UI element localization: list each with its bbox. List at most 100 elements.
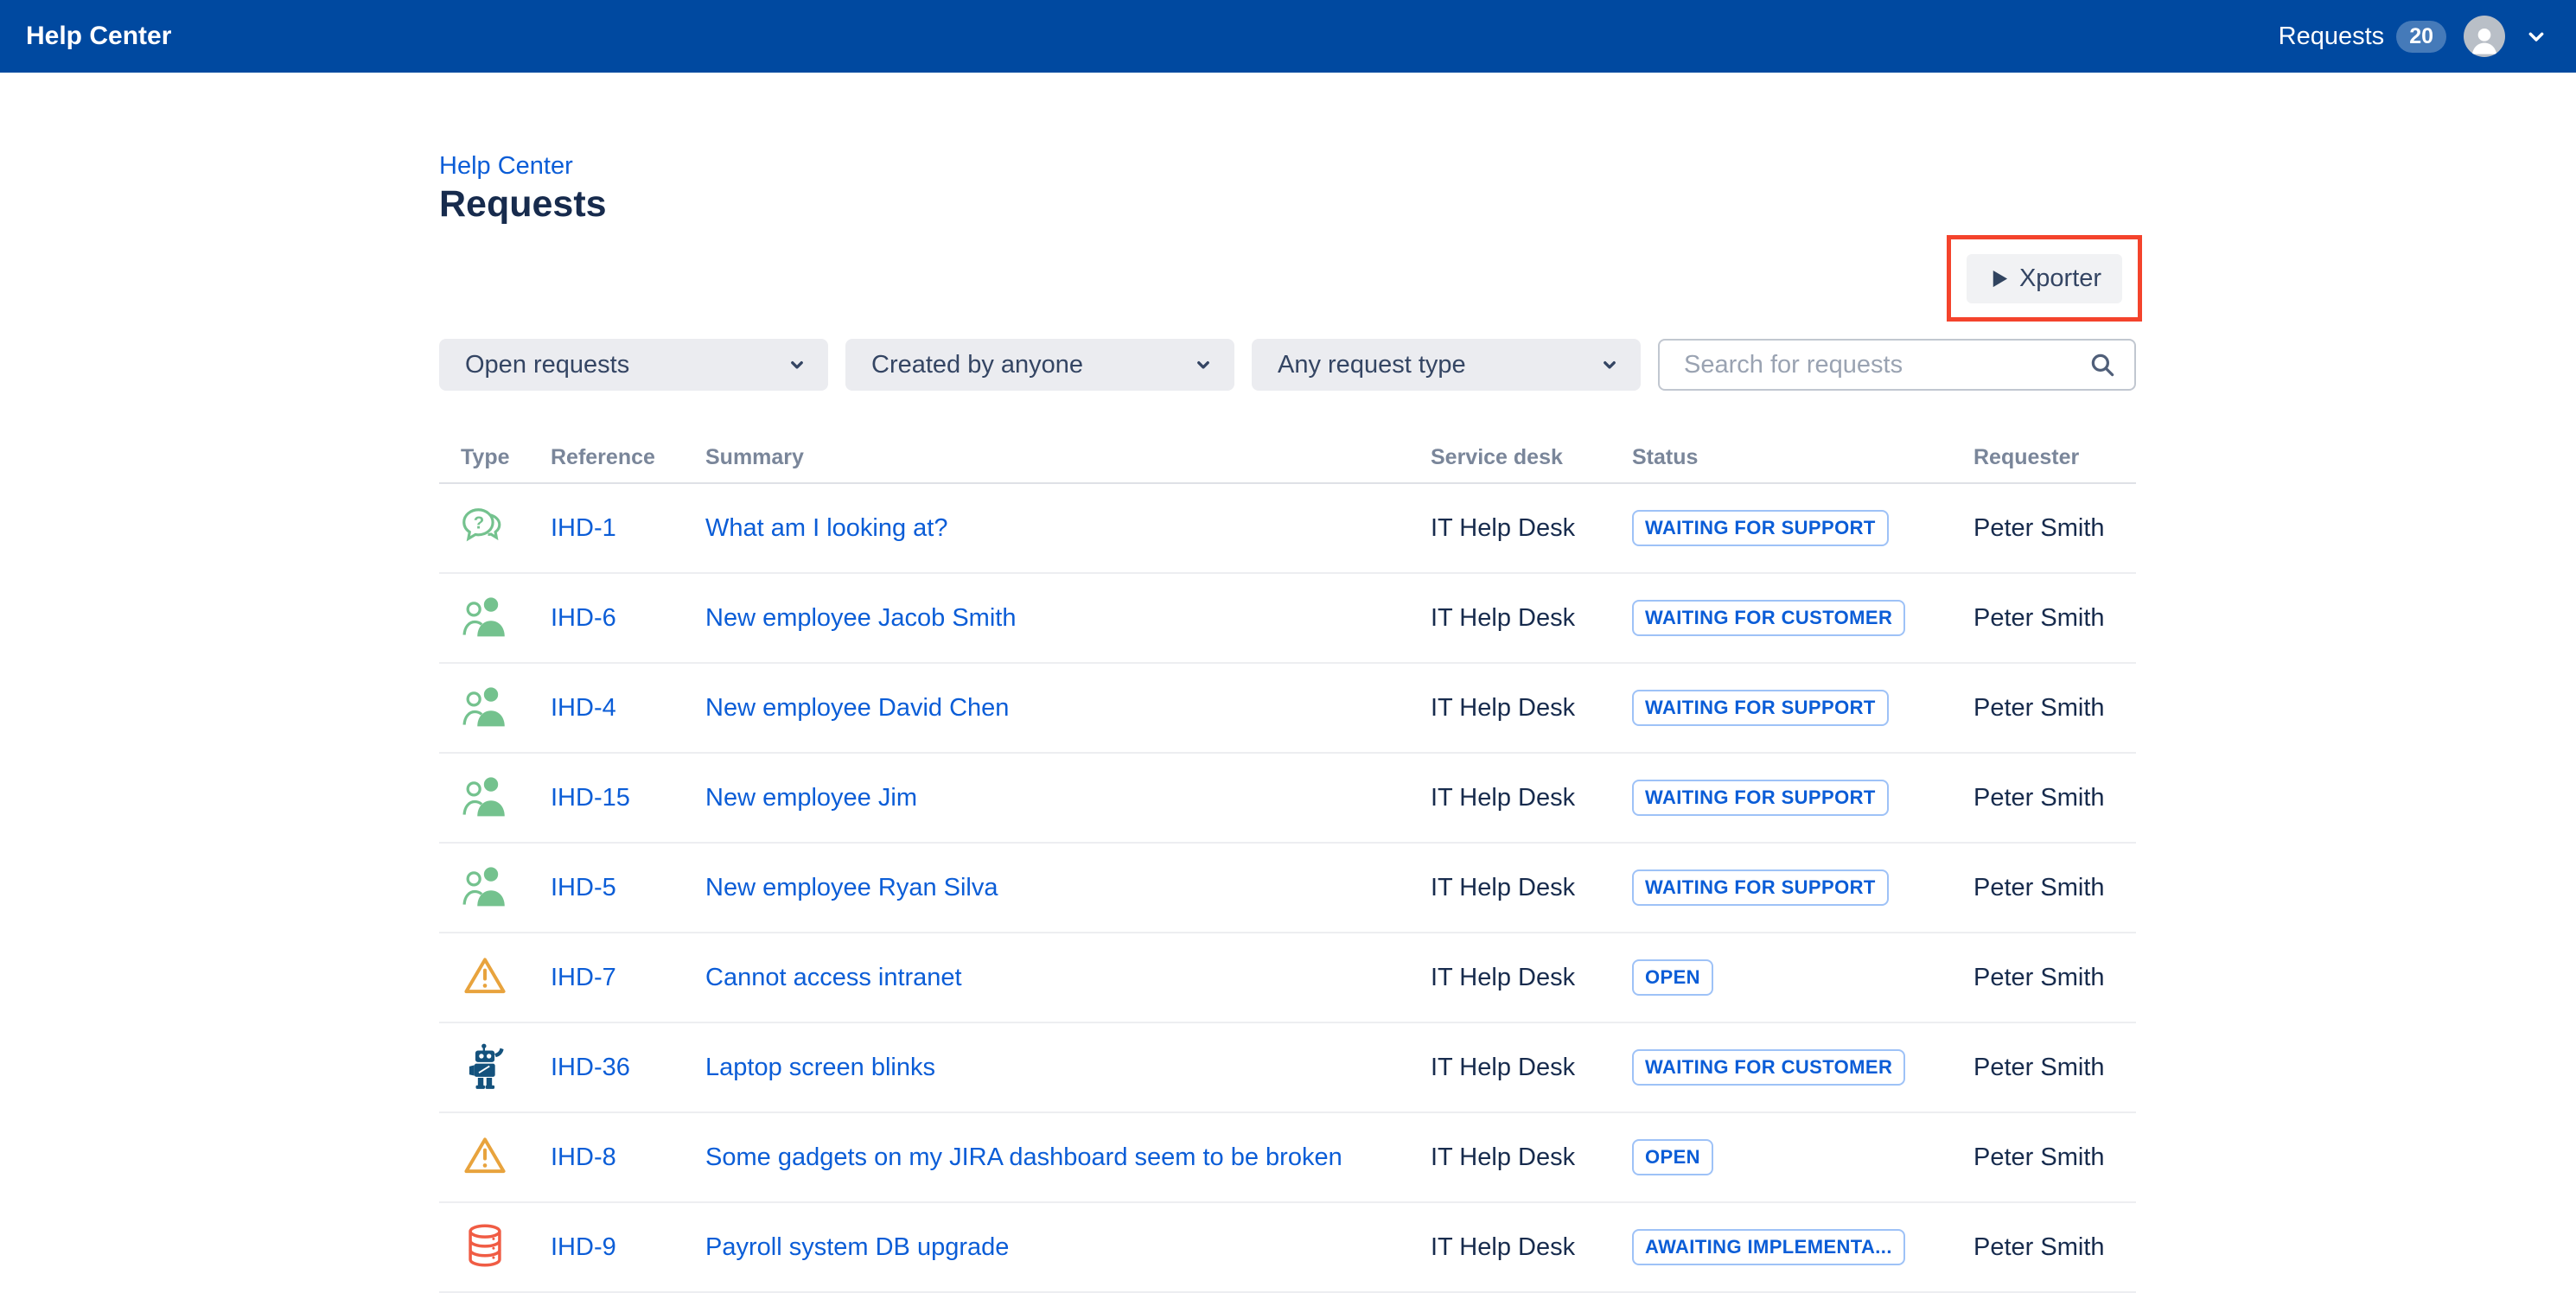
table-row[interactable]: IHD-8 Some gadgets on my JIRA dashboard …	[439, 1113, 2136, 1203]
filter-status-value: Open requests	[465, 351, 629, 379]
table-row[interactable]: IHD-4 New employee David Chen IT Help De…	[439, 664, 2136, 754]
status-badge: WAITING FOR SUPPORT	[1632, 690, 1889, 726]
warning-icon	[461, 952, 509, 1000]
request-summary-link[interactable]: New employee David Chen	[705, 694, 1009, 722]
request-reference-link[interactable]: IHD-36	[551, 1054, 630, 1081]
status-badge: OPEN	[1632, 1139, 1713, 1175]
chevron-down-icon	[1191, 353, 1215, 377]
status-badge: WAITING FOR SUPPORT	[1632, 510, 1889, 546]
requester-value: Peter Smith	[1973, 694, 2136, 723]
chevron-down-icon[interactable]	[2522, 22, 2550, 50]
warning-icon	[461, 1131, 509, 1180]
request-summary-link[interactable]: Laptop screen blinks	[705, 1054, 935, 1081]
column-header-summary: Summary	[705, 445, 1431, 470]
search-box	[1658, 339, 2136, 391]
play-icon	[1987, 267, 2011, 290]
request-reference-link[interactable]: IHD-4	[551, 694, 616, 722]
service-desk-value: IT Help Desk	[1431, 1143, 1632, 1172]
table-row[interactable]: ? IHD-1 What am I looking at? IT Help De…	[439, 484, 2136, 574]
robot-icon	[461, 1041, 509, 1090]
svg-text:?: ?	[474, 513, 484, 532]
new-employee-icon	[461, 862, 509, 910]
request-summary-link[interactable]: New employee Jim	[705, 784, 917, 812]
topbar-requests-link[interactable]: Requests 20	[2279, 21, 2446, 53]
request-reference-link[interactable]: IHD-15	[551, 784, 630, 812]
filters-bar: Open requests Created by anyone Any requ…	[439, 339, 2136, 391]
request-reference-link[interactable]: IHD-6	[551, 604, 616, 632]
page-title: Requests	[439, 183, 607, 226]
column-header-requester: Requester	[1973, 445, 2136, 470]
filter-status-dropdown[interactable]: Open requests	[439, 339, 828, 391]
request-reference-link[interactable]: IHD-5	[551, 874, 616, 901]
requester-value: Peter Smith	[1973, 514, 2136, 543]
table-row[interactable]: IHD-6 New employee Jacob Smith IT Help D…	[439, 574, 2136, 664]
request-summary-link[interactable]: New employee Ryan Silva	[705, 874, 998, 901]
service-desk-value: IT Help Desk	[1431, 874, 1632, 902]
column-header-type: Type	[439, 445, 551, 470]
requester-value: Peter Smith	[1973, 1143, 2136, 1172]
table-row[interactable]: IHD-9 Payroll system DB upgrade IT Help …	[439, 1203, 2136, 1293]
new-employee-icon	[461, 772, 509, 820]
table-row[interactable]: IHD-7 Cannot access intranet IT Help Des…	[439, 933, 2136, 1023]
chevron-down-icon	[785, 353, 809, 377]
requester-value: Peter Smith	[1973, 1054, 2136, 1082]
request-reference-link[interactable]: IHD-9	[551, 1233, 616, 1261]
new-employee-icon	[461, 592, 509, 640]
column-header-reference: Reference	[551, 445, 705, 470]
column-header-service-desk: Service desk	[1431, 445, 1632, 470]
service-desk-value: IT Help Desk	[1431, 514, 1632, 543]
table-header: Type Reference Summary Service desk Stat…	[439, 432, 2136, 484]
column-header-status: Status	[1632, 445, 1973, 470]
status-badge: WAITING FOR SUPPORT	[1632, 869, 1889, 906]
requester-value: Peter Smith	[1973, 1233, 2136, 1262]
service-desk-value: IT Help Desk	[1431, 1233, 1632, 1262]
request-summary-link[interactable]: Some gadgets on my JIRA dashboard seem t…	[705, 1143, 1342, 1171]
request-summary-link[interactable]: What am I looking at?	[705, 514, 947, 542]
request-summary-link[interactable]: Payroll system DB upgrade	[705, 1233, 1009, 1261]
topbar-requests-label: Requests	[2279, 22, 2385, 51]
requester-value: Peter Smith	[1973, 784, 2136, 812]
filter-request-type-value: Any request type	[1278, 351, 1466, 379]
xporter-label: Xporter	[2019, 264, 2101, 293]
person-icon	[2467, 22, 2502, 57]
status-badge: WAITING FOR CUSTOMER	[1632, 600, 1905, 636]
request-summary-link[interactable]: Cannot access intranet	[705, 964, 962, 991]
service-desk-value: IT Help Desk	[1431, 694, 1632, 723]
status-badge: AWAITING IMPLEMENTA...	[1632, 1229, 1905, 1265]
search-icon[interactable]	[2088, 350, 2117, 379]
service-desk-value: IT Help Desk	[1431, 784, 1632, 812]
request-reference-link[interactable]: IHD-7	[551, 964, 616, 991]
service-desk-value: IT Help Desk	[1431, 604, 1632, 633]
status-badge: OPEN	[1632, 959, 1713, 996]
search-input[interactable]	[1658, 339, 2136, 391]
avatar[interactable]	[2464, 16, 2505, 57]
question-bubble-icon: ?	[461, 502, 509, 551]
topbar-right: Requests 20	[2279, 16, 2550, 57]
table-row[interactable]: IHD-15 New employee Jim IT Help Desk WAI…	[439, 754, 2136, 844]
topbar: Help Center Requests 20	[0, 0, 2576, 73]
xporter-highlight-box: Xporter	[1947, 235, 2142, 322]
filter-request-type-dropdown[interactable]: Any request type	[1252, 339, 1641, 391]
new-employee-icon	[461, 682, 509, 730]
request-reference-link[interactable]: IHD-8	[551, 1143, 616, 1171]
status-badge: WAITING FOR SUPPORT	[1632, 780, 1889, 816]
table-body: ? IHD-1 What am I looking at? IT Help De…	[439, 484, 2136, 1293]
service-desk-value: IT Help Desk	[1431, 964, 1632, 992]
database-icon	[461, 1221, 509, 1270]
filter-creator-value: Created by anyone	[871, 351, 1083, 379]
requests-table: Type Reference Summary Service desk Stat…	[439, 432, 2136, 1293]
table-row[interactable]: IHD-36 Laptop screen blinks IT Help Desk…	[439, 1023, 2136, 1113]
service-desk-value: IT Help Desk	[1431, 1054, 1632, 1082]
request-reference-link[interactable]: IHD-1	[551, 514, 616, 542]
request-summary-link[interactable]: New employee Jacob Smith	[705, 604, 1016, 632]
breadcrumb[interactable]: Help Center	[439, 152, 573, 181]
xporter-button[interactable]: Xporter	[1967, 254, 2122, 303]
requester-value: Peter Smith	[1973, 874, 2136, 902]
table-row[interactable]: IHD-5 New employee Ryan Silva IT Help De…	[439, 844, 2136, 933]
status-badge: WAITING FOR CUSTOMER	[1632, 1049, 1905, 1086]
chevron-down-icon	[1597, 353, 1622, 377]
help-center-brand[interactable]: Help Center	[26, 22, 171, 51]
filter-creator-dropdown[interactable]: Created by anyone	[845, 339, 1234, 391]
requests-count-badge: 20	[2396, 21, 2446, 53]
requester-value: Peter Smith	[1973, 964, 2136, 992]
